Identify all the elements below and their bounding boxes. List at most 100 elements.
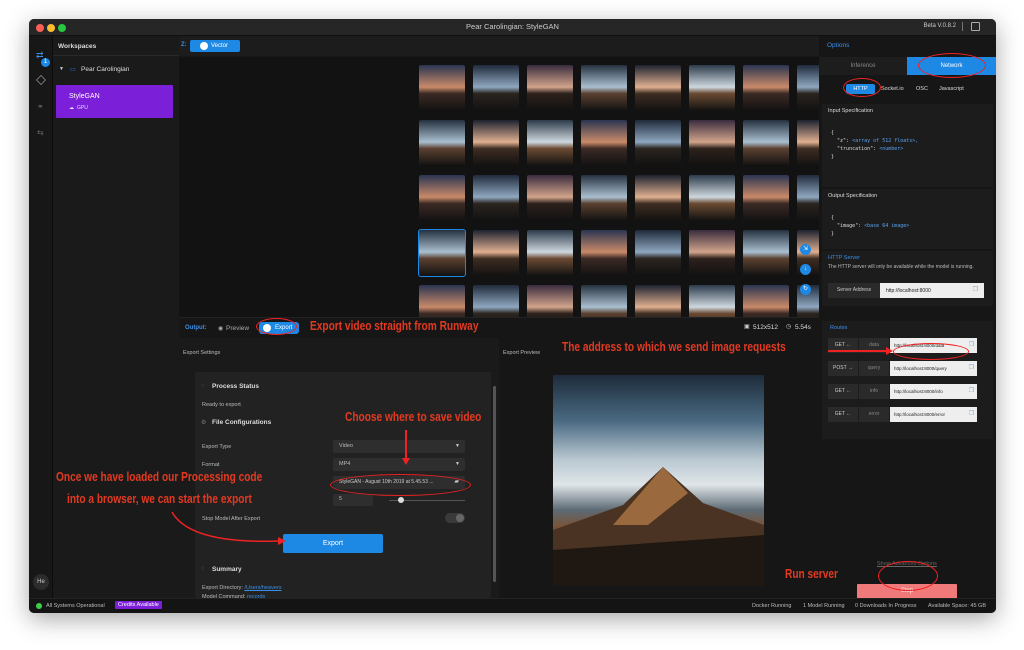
- latent-thumbnail[interactable]: [689, 175, 735, 221]
- fps-value: 5: [339, 496, 343, 502]
- latent-thumbnail[interactable]: [473, 230, 519, 276]
- copy-icon[interactable]: ❐: [969, 341, 974, 348]
- latent-thumbnail[interactable]: [581, 285, 627, 317]
- tab-inference[interactable]: Inference: [819, 57, 907, 75]
- process-status-title: Process Status: [212, 383, 259, 390]
- route-row: POST → query http://localhost:8000/query ❐: [828, 361, 988, 376]
- output-spec-code: { "image": <base 64 image> }: [831, 214, 909, 238]
- latent-thumbnail[interactable]: [797, 175, 819, 221]
- latent-thumbnail[interactable]: [635, 285, 681, 317]
- latent-thumbnail[interactable]: [689, 285, 735, 317]
- latent-thumbnail[interactable]: [743, 175, 789, 221]
- system-status: All Systems Operational: [46, 603, 105, 609]
- code-value: <array of 512 floats>,: [852, 138, 919, 144]
- fps-slider-handle[interactable]: [398, 497, 404, 503]
- code-line: "image": <base 64 image>: [831, 222, 909, 230]
- download-icon[interactable]: ↓: [800, 264, 811, 275]
- link-icon[interactable]: ⚭: [37, 102, 44, 111]
- annotation-oval-export: [256, 318, 297, 335]
- route-path: query: [859, 361, 889, 376]
- copy-icon[interactable]: ❐: [969, 364, 974, 371]
- latent-thumbnail[interactable]: [581, 175, 627, 221]
- latent-thumbnail[interactable]: [527, 230, 573, 276]
- latent-thumbnail[interactable]: [419, 65, 465, 111]
- subtab-socketio[interactable]: Socket.io: [881, 86, 904, 92]
- latent-thumbnail[interactable]: [797, 65, 819, 111]
- code-brace: }: [831, 154, 835, 160]
- latent-thumbnail[interactable]: [797, 120, 819, 166]
- server-address-field[interactable]: http://localhost:8000 ❐: [880, 283, 984, 298]
- subtab-javascript[interactable]: Javascript: [939, 86, 964, 92]
- code-value: <base 64 image>: [864, 223, 910, 229]
- latent-thumbnail[interactable]: [419, 120, 465, 166]
- scrollbar[interactable]: [493, 386, 496, 582]
- avatar[interactable]: He: [33, 574, 49, 590]
- subtab-osc[interactable]: OSC: [916, 86, 928, 92]
- route-url-field[interactable]: http://localhost:8000/query ❐: [890, 361, 977, 376]
- latent-thumbnail[interactable]: [527, 65, 573, 111]
- latent-thumbnail[interactable]: [473, 120, 519, 166]
- chevron-down-icon[interactable]: ▼: [59, 66, 64, 72]
- latent-thumbnail[interactable]: [635, 175, 681, 221]
- latent-thumbnail[interactable]: [689, 230, 735, 276]
- latent-thumbnail[interactable]: [473, 65, 519, 111]
- copy-icon[interactable]: ❐: [969, 410, 974, 417]
- latent-thumbnail[interactable]: [527, 285, 573, 317]
- latent-thumbnail[interactable]: [418, 229, 466, 277]
- stop-model-toggle[interactable]: [445, 513, 465, 523]
- layers-icon[interactable]: [36, 75, 46, 85]
- preview-tab[interactable]: Preview: [226, 325, 249, 332]
- output-label: Output:: [185, 325, 207, 331]
- credits-badge[interactable]: Credits Available: [115, 601, 162, 609]
- latent-thumbnail[interactable]: [743, 65, 789, 111]
- fps-input[interactable]: 5: [333, 494, 373, 506]
- refresh-icon[interactable]: ↻: [800, 284, 811, 295]
- route-url-field[interactable]: http://localhost:8000/error ❐: [890, 407, 977, 422]
- latent-thumbnail[interactable]: [527, 175, 573, 221]
- route-method-label: GET: [834, 388, 845, 394]
- share-icon[interactable]: ⇆: [37, 128, 44, 137]
- timing: 5.54s: [795, 324, 811, 331]
- export-button[interactable]: Export: [283, 534, 383, 553]
- route-method: GET ←: [828, 384, 858, 399]
- chevron-down-icon: ▼: [455, 461, 460, 467]
- latent-thumbnail[interactable]: [743, 285, 789, 317]
- export-dir-link[interactable]: /Users/heavers: [245, 585, 282, 591]
- latent-thumbnail[interactable]: [581, 230, 627, 276]
- resize-icon[interactable]: ⇲: [800, 244, 811, 255]
- downloads-status: 0 Downloads In Progress: [855, 603, 917, 609]
- feedback-icon[interactable]: [971, 22, 980, 31]
- latent-thumbnail[interactable]: [743, 230, 789, 276]
- model-card[interactable]: StyleGAN ☁ GPU: [56, 85, 173, 118]
- copy-icon[interactable]: ❐: [973, 286, 978, 293]
- latent-thumbnail[interactable]: [473, 175, 519, 221]
- latent-thumbnail[interactable]: [527, 120, 573, 166]
- code-line: "truncation": <number>: [831, 145, 918, 153]
- latent-thumbnail[interactable]: [635, 230, 681, 276]
- export-type-select[interactable]: Video ▼: [333, 440, 465, 453]
- export-type-label: Export Type: [202, 444, 232, 450]
- format-select[interactable]: MP4 ▼: [333, 458, 465, 471]
- export-type-value: Video: [339, 443, 353, 449]
- vector-tab[interactable]: Vector: [190, 40, 240, 52]
- latent-thumbnail[interactable]: [743, 120, 789, 166]
- latent-thumbnail[interactable]: [635, 120, 681, 166]
- toggle-knob: [456, 514, 464, 522]
- latent-thumbnail[interactable]: [581, 120, 627, 166]
- route-url-field[interactable]: http://localhost:8000/info ❐: [890, 384, 977, 399]
- annotation-run: Run server: [785, 566, 838, 581]
- route-method: POST →: [828, 361, 858, 376]
- latent-grid[interactable]: [179, 57, 819, 317]
- latent-thumbnail[interactable]: [419, 175, 465, 221]
- latent-thumbnail[interactable]: [689, 120, 735, 166]
- latent-thumbnail[interactable]: [635, 65, 681, 111]
- latent-thumbnail[interactable]: [419, 285, 465, 317]
- copy-icon[interactable]: ❐: [969, 387, 974, 394]
- latent-thumbnail[interactable]: [689, 65, 735, 111]
- vector-tab-label: Vector: [211, 43, 229, 49]
- latent-thumbnail[interactable]: [473, 285, 519, 317]
- export-settings-title: Export Settings: [183, 350, 221, 356]
- model-name: StyleGAN: [69, 93, 100, 100]
- project-name[interactable]: Pear Carolingian: [81, 66, 129, 73]
- latent-thumbnail[interactable]: [581, 65, 627, 111]
